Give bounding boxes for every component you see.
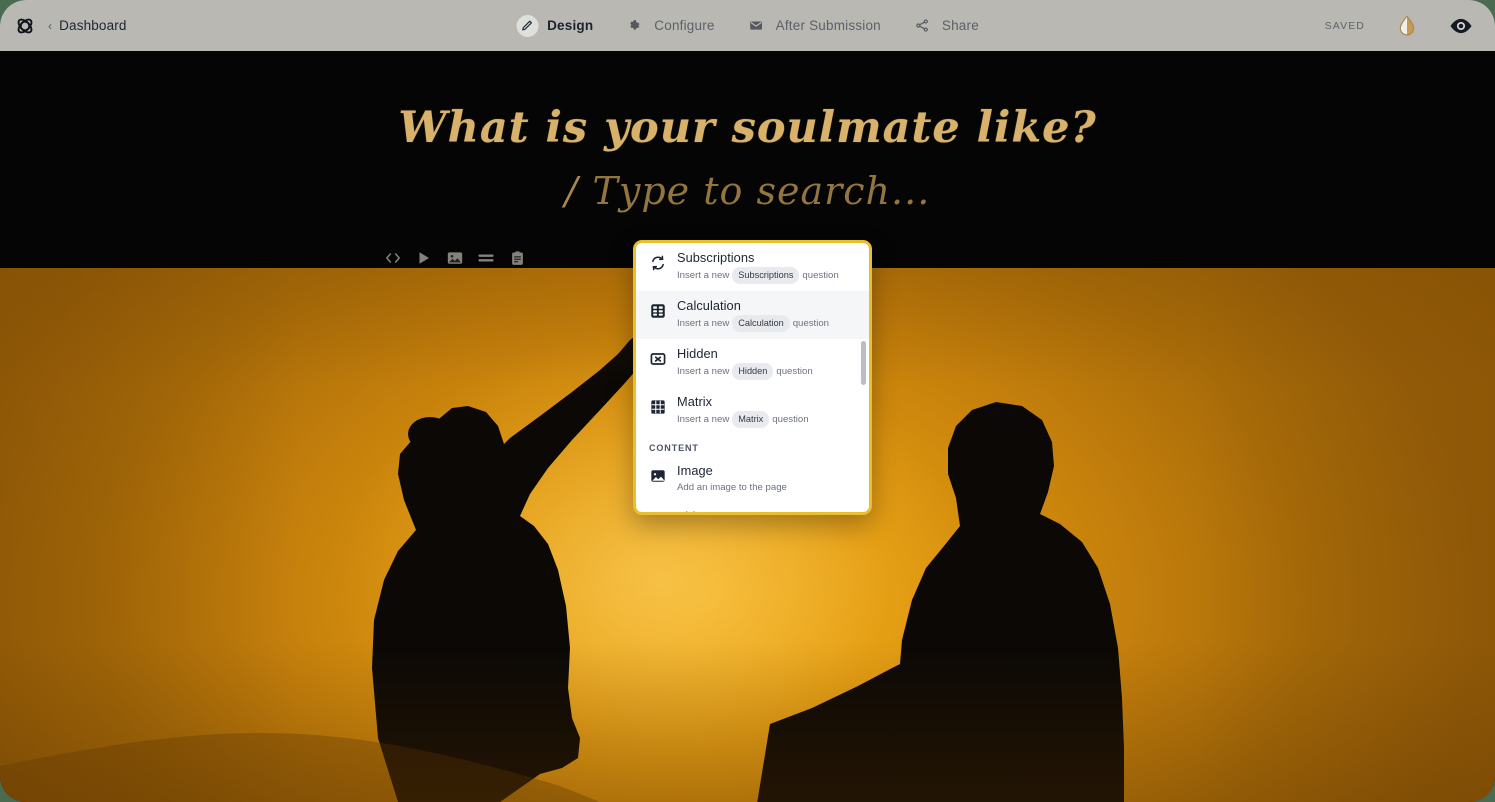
- tab-design[interactable]: Design: [514, 11, 595, 41]
- menu-item-subtitle: Insert a new Hidden question: [677, 363, 857, 380]
- tab-after-submission[interactable]: After Submission: [743, 11, 883, 41]
- menu-item-image[interactable]: Image Add an image to the page: [636, 456, 869, 502]
- menu-item-matrix[interactable]: Matrix Insert a new Matrix question: [636, 387, 869, 435]
- menu-item-body: Calculation Insert a new Calculation quest…: [677, 297, 857, 332]
- grid-icon: [649, 398, 666, 415]
- menu-item-title: Calculation: [677, 298, 741, 313]
- sub-after: question: [802, 270, 839, 281]
- form-hero-area: What is your soulmate like? / Type to sea…: [0, 51, 1495, 268]
- menu-scroll-area: Subscriptions Insert a new Subscriptions q…: [636, 243, 869, 512]
- pencil-icon: [516, 14, 539, 37]
- type-chip: Matrix: [732, 411, 770, 428]
- menu-item-hidden[interactable]: Hidden Insert a new Hidden question: [636, 339, 869, 387]
- menu-item-video[interactable]: Video Add a video to the page: [636, 502, 869, 512]
- type-chip: Calculation: [732, 315, 790, 332]
- sub-after: question: [772, 414, 809, 425]
- image-icon: [649, 467, 666, 484]
- menu-item-title: Image: [677, 463, 713, 478]
- menu-item-subtitle: Add an image to the page: [677, 482, 787, 493]
- share-icon: [911, 15, 933, 37]
- sub-before: Insert a new: [677, 318, 730, 329]
- breadcrumb-back-icon[interactable]: ‹: [48, 20, 52, 32]
- code-brackets-icon[interactable]: [384, 249, 402, 267]
- top-bar: ‹ Dashboard Design Configure After Submi…: [0, 0, 1495, 51]
- eye-icon[interactable]: [1449, 14, 1473, 38]
- tab-after-submission-label: After Submission: [775, 18, 881, 33]
- gear-icon: [623, 15, 645, 37]
- tab-configure[interactable]: Configure: [621, 11, 716, 41]
- type-chip: Hidden: [732, 363, 774, 380]
- topbar-right-zone: SAVED: [1325, 14, 1473, 38]
- menu-item-body: Hidden Insert a new Hidden question: [677, 345, 857, 380]
- menu-item-title: Video: [677, 508, 857, 512]
- tab-configure-label: Configure: [654, 18, 715, 33]
- hidden-box-icon: [649, 350, 666, 367]
- sub-before: Insert a new: [677, 366, 730, 377]
- sub-before: Insert a new: [677, 414, 730, 425]
- atom-logo-icon[interactable]: [12, 13, 38, 39]
- sub-before: Insert a new: [677, 270, 730, 281]
- menu-item-subscriptions[interactable]: Subscriptions Insert a new Subscriptions q…: [636, 243, 869, 291]
- menu-item-calculation[interactable]: Calculation Insert a new Calculation quest…: [636, 291, 869, 339]
- breadcrumb[interactable]: ‹ Dashboard: [48, 18, 127, 33]
- menu-item-subtitle: Insert a new Subscriptions question: [677, 267, 857, 284]
- brand-zone: ‹ Dashboard: [0, 13, 330, 39]
- menu-item-subtitle: Insert a new Matrix question: [677, 411, 857, 428]
- tab-design-label: Design: [547, 18, 594, 33]
- nav-tabs: Design Configure After Submission Share: [514, 11, 981, 41]
- menu-item-subtitle: Insert a new Calculation question: [677, 315, 857, 332]
- play-icon[interactable]: [415, 249, 433, 267]
- menu-scrollbar-thumb[interactable]: [861, 341, 866, 385]
- menu-item-title: Subscriptions: [677, 250, 755, 265]
- divider-icon[interactable]: [477, 249, 495, 267]
- image-icon[interactable]: [446, 249, 464, 267]
- save-status: SAVED: [1324, 19, 1365, 32]
- calculator-icon: [649, 302, 666, 319]
- refresh-cycle-icon: [649, 254, 666, 271]
- block-tools-toolbar: [384, 249, 526, 267]
- slash-prefix: /: [564, 169, 579, 213]
- form-icon[interactable]: [508, 249, 526, 267]
- menu-item-title: Matrix: [677, 394, 713, 409]
- search-input[interactable]: Type to search...: [593, 169, 931, 213]
- slash-command-menu[interactable]: Subscriptions Insert a new Subscriptions q…: [633, 240, 872, 515]
- page-title[interactable]: What is your soulmate like?: [0, 103, 1495, 153]
- menu-item-body: Image Add an image to the page: [677, 462, 857, 495]
- menu-item-title: Hidden: [677, 346, 718, 361]
- type-chip: Subscriptions: [732, 267, 800, 284]
- menu-section-content: CONTENT: [649, 443, 699, 453]
- tab-share[interactable]: Share: [909, 11, 981, 41]
- tab-share-label: Share: [941, 18, 979, 33]
- menu-item-body: Video Add a video to the page: [677, 508, 857, 512]
- sub-after: question: [776, 366, 813, 377]
- slash-command-line[interactable]: / Type to search...: [0, 169, 1495, 213]
- breadcrumb-label[interactable]: Dashboard: [59, 18, 126, 33]
- app-window: ‹ Dashboard Design Configure After Submi…: [0, 0, 1495, 802]
- menu-item-body: Subscriptions Insert a new Subscriptions q…: [677, 249, 857, 284]
- menu-item-body: Matrix Insert a new Matrix question: [677, 393, 857, 428]
- envelope-icon: [745, 15, 767, 37]
- contrast-droplet-icon[interactable]: [1395, 14, 1419, 38]
- sub-after: question: [792, 318, 829, 329]
